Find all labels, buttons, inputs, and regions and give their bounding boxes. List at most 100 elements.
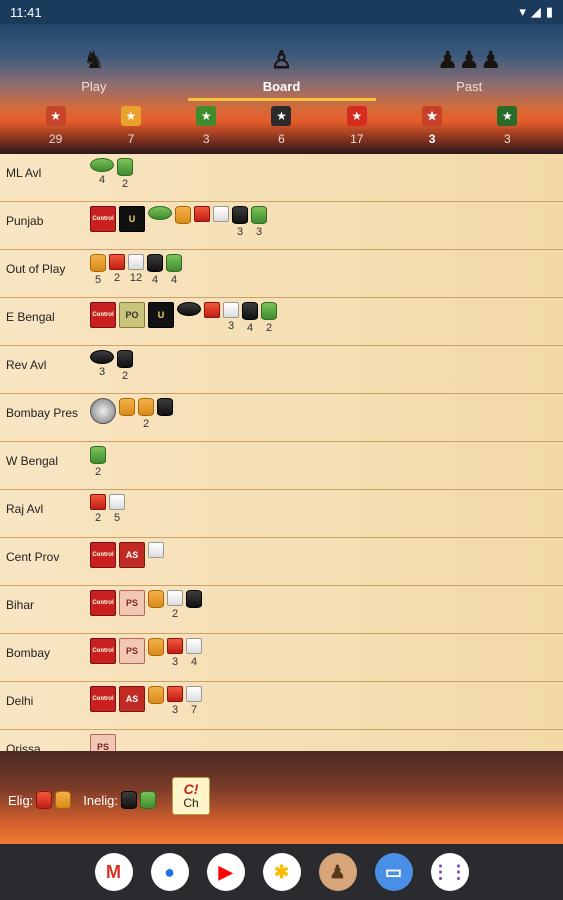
board-row[interactable]: Punjab Control U 3 3 bbox=[0, 202, 563, 250]
board-row[interactable]: Delhi Control AS 3 7 bbox=[0, 682, 563, 730]
row-name: E Bengal bbox=[6, 310, 55, 324]
board-row[interactable]: Raj Avl 2 5 bbox=[0, 490, 563, 538]
ps-card-icon: PS bbox=[90, 734, 116, 751]
board-row[interactable]: Bombay Pres 2 bbox=[0, 394, 563, 442]
counter-black-faction[interactable]: ★ 6 bbox=[256, 106, 306, 150]
counter-green-faction[interactable]: ★ 3 bbox=[181, 106, 231, 150]
red-cube-icon bbox=[167, 686, 183, 702]
green-disk-icon bbox=[90, 158, 114, 172]
red-cube-piece: 3 bbox=[167, 638, 183, 668]
board-row[interactable]: Cent Prov Control AS bbox=[0, 538, 563, 586]
control-card: Control bbox=[90, 206, 116, 232]
as-card: AS bbox=[119, 686, 145, 712]
black-cyl-icon bbox=[147, 254, 163, 272]
orange-cyl-icon bbox=[148, 590, 164, 608]
row-pieces: 32 bbox=[90, 350, 133, 382]
control-card-icon: Control bbox=[90, 542, 116, 568]
photos-icon[interactable]: ✱ bbox=[262, 853, 301, 891]
row-pieces: 25 bbox=[90, 494, 125, 524]
app-drawer-icon[interactable]: ⋮⋮ bbox=[430, 853, 469, 891]
board-row[interactable]: Out of Play 5 2 12 4 4 bbox=[0, 250, 563, 298]
counter-red-faction[interactable]: ★ 29 bbox=[31, 106, 81, 150]
red-crown-icon: ★ bbox=[346, 106, 367, 126]
orange-cyl-piece bbox=[175, 206, 191, 238]
tab-board[interactable]: ♙ Board bbox=[188, 24, 376, 102]
chrome-icon[interactable]: ● bbox=[150, 853, 189, 891]
current-card-button[interactable]: C! Ch bbox=[172, 777, 210, 815]
orange-cyl-icon bbox=[138, 398, 154, 416]
as-card-icon: AS bbox=[119, 686, 145, 712]
piece-count: 2 bbox=[94, 512, 102, 524]
row-name: Orissa bbox=[6, 742, 41, 751]
gmail-icon[interactable]: M bbox=[94, 853, 133, 891]
row-name: Out of Play bbox=[6, 262, 66, 276]
white-cube-piece: 4 bbox=[186, 638, 202, 668]
green-faction-icon: ★ bbox=[196, 106, 217, 126]
as-card: AS bbox=[119, 542, 145, 568]
black-disk-icon bbox=[90, 350, 114, 364]
crowd-icon: ♟♟♟ bbox=[436, 47, 502, 74]
leader-icon: ♙ bbox=[270, 47, 293, 74]
board-row[interactable]: ML Avl 4 2 bbox=[0, 154, 563, 202]
messages-icon[interactable]: ▭ bbox=[374, 853, 413, 891]
piece-count: 12 bbox=[129, 272, 143, 284]
green-cyl-piece: 2 bbox=[117, 158, 133, 190]
tab-play[interactable]: ♞ Play bbox=[0, 24, 188, 102]
wifi-icon: ▾ bbox=[519, 4, 526, 19]
ps-card: PS bbox=[90, 734, 116, 751]
youtube-icon[interactable]: ▶ bbox=[206, 853, 245, 891]
control-card-icon: Control bbox=[90, 302, 116, 328]
black-cyl-icon bbox=[242, 302, 258, 320]
row-name: Cent Prov bbox=[6, 550, 60, 564]
black-cyl-piece bbox=[157, 398, 173, 430]
active-tab-indicator bbox=[188, 98, 376, 101]
green-cyl-icon bbox=[261, 302, 277, 320]
control-card-icon: Control bbox=[90, 686, 116, 712]
board-row[interactable]: Orissa PS bbox=[0, 730, 563, 751]
game-app-icon[interactable]: ♟ bbox=[318, 853, 357, 891]
black-disk-piece bbox=[177, 302, 201, 330]
tab-past[interactable]: ♟♟♟ Past bbox=[375, 24, 563, 102]
row-pieces: Control AS 3 7 bbox=[90, 686, 202, 718]
status-bar: 11:41 ▾ ◢ ▮ bbox=[0, 0, 563, 24]
inelig-label: Inelig: bbox=[83, 792, 118, 808]
board-row[interactable]: Bihar Control PS 2 bbox=[0, 586, 563, 634]
piece-count: 4 bbox=[190, 656, 198, 668]
board-row[interactable]: Rev Avl 3 2 bbox=[0, 346, 563, 394]
piece-count: 3 bbox=[236, 226, 244, 238]
ps-card: PS bbox=[119, 590, 145, 616]
row-pieces: 2 bbox=[90, 398, 173, 430]
board-row[interactable]: Bombay Control PS 3 4 bbox=[0, 634, 563, 682]
row-pieces: Control PO U 3 4 2 bbox=[90, 302, 277, 334]
row-pieces: 2 bbox=[90, 446, 106, 478]
board-row[interactable]: W Bengal 2 bbox=[0, 442, 563, 490]
piece-count: 4 bbox=[170, 274, 178, 286]
red-cube-icon bbox=[90, 494, 106, 510]
control-card-icon: Control bbox=[90, 638, 116, 664]
white-cube-icon bbox=[148, 542, 164, 558]
unrest-card-icon: U bbox=[119, 206, 145, 232]
counter-flag-league[interactable]: ★ 3 bbox=[482, 106, 532, 150]
white-cube-icon bbox=[167, 590, 183, 606]
po-card: PO bbox=[119, 302, 145, 328]
row-pieces: 5 2 12 4 4 bbox=[90, 254, 182, 286]
row-name: Bihar bbox=[6, 598, 35, 612]
counter-red-crown[interactable]: ★ 17 bbox=[332, 106, 382, 150]
card-line1: C! bbox=[183, 780, 199, 797]
red-cube-icon bbox=[109, 254, 125, 270]
row-name: W Bengal bbox=[6, 454, 59, 468]
counter-orange-faction[interactable]: ★ 7 bbox=[106, 106, 156, 150]
orange-cyl-icon bbox=[90, 254, 106, 272]
board-row[interactable]: E Bengal Control PO U 3 4 2 bbox=[0, 298, 563, 346]
counter-flag-congress[interactable]: ★ 3 bbox=[407, 106, 457, 150]
piece-count: 2 bbox=[94, 466, 102, 478]
counter-value: 3 bbox=[202, 132, 210, 146]
row-name: ML Avl bbox=[6, 166, 42, 180]
piece-count: 5 bbox=[94, 274, 102, 286]
row-pieces: PS bbox=[90, 734, 116, 751]
white-cube-piece: 5 bbox=[109, 494, 125, 524]
elig-orange-chip-icon bbox=[55, 791, 72, 809]
black-cyl-piece: 2 bbox=[117, 350, 133, 382]
green-disk-piece bbox=[148, 206, 172, 234]
board-list[interactable]: ML Avl 4 2 Punjab Control U 3 3 Out of Play 5 2 12 4… bbox=[0, 154, 563, 751]
